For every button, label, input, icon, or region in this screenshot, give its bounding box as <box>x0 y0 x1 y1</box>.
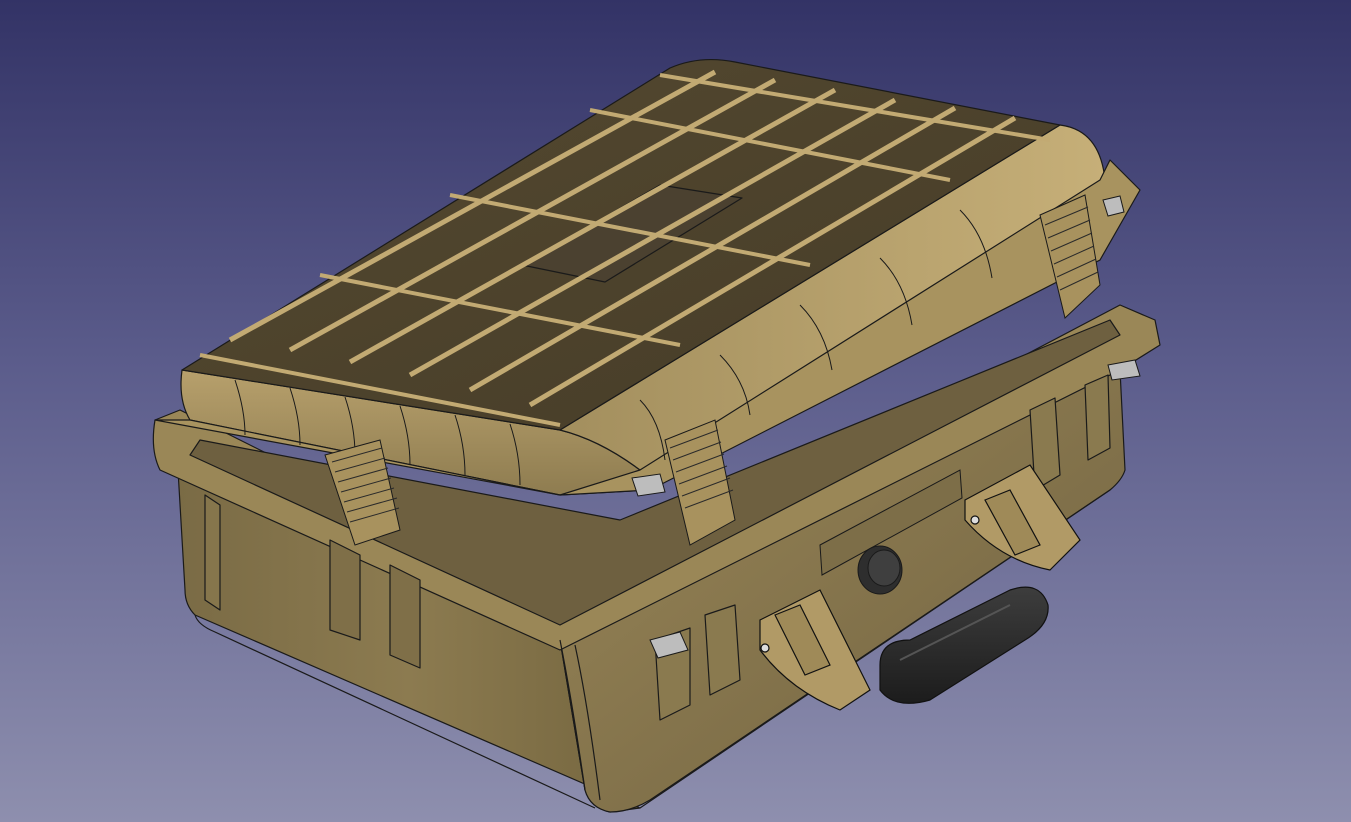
front-rib <box>329 539 361 641</box>
front-rib <box>204 494 221 611</box>
side-rib <box>704 604 741 696</box>
front-rib <box>389 564 421 669</box>
pressure-valve[interactable] <box>857 545 903 595</box>
side-rib <box>1084 374 1111 461</box>
model-render[interactable] <box>0 0 1351 822</box>
3d-viewport[interactable] <box>0 0 1351 822</box>
